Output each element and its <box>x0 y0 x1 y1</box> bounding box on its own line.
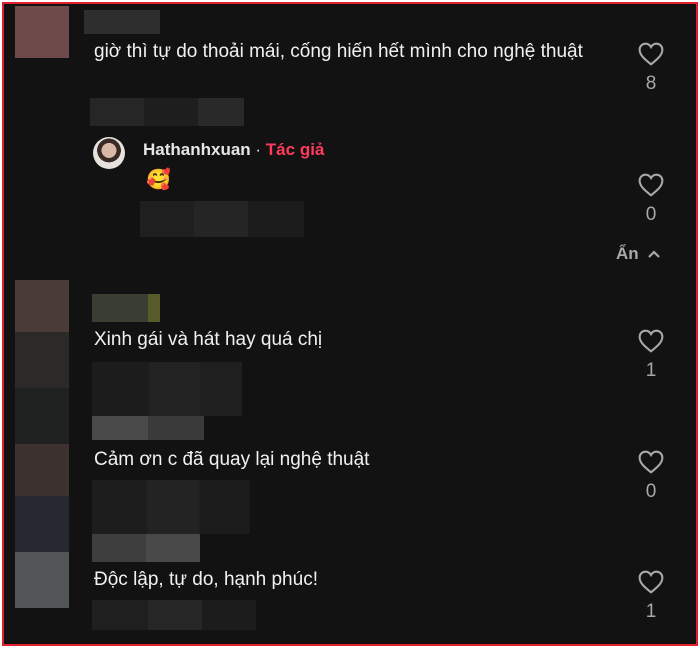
author-line: Hathanhxuan · Tác giả <box>143 140 324 160</box>
comment-text: Cảm ơn c đã quay lại nghệ thuật <box>94 449 370 470</box>
heart-icon <box>638 329 664 353</box>
like-button[interactable]: 0 <box>631 450 671 504</box>
comment-text: Độc lập, tự do, hạnh phúc! <box>94 569 318 590</box>
blurred-region <box>15 332 69 444</box>
like-button[interactable]: 8 <box>631 42 671 96</box>
avatar[interactable] <box>15 280 69 332</box>
like-count: 0 <box>645 204 657 225</box>
comment-text: giờ thì tự do thoải mái, cống hiến hết m… <box>94 41 583 62</box>
emoji-reply: 🥰 <box>146 167 171 191</box>
comments-panel: giờ thì tự do thoải mái, cống hiến hết m… <box>2 2 698 646</box>
hide-replies-label: Ẩn <box>616 244 639 263</box>
like-count: 0 <box>645 481 657 502</box>
reply-meta-redacted <box>140 201 304 237</box>
heart-icon <box>638 42 664 66</box>
comment-meta-redacted <box>92 480 250 534</box>
heart-icon <box>638 570 664 594</box>
like-button[interactable]: 1 <box>631 570 671 624</box>
username-redacted[interactable] <box>84 10 160 34</box>
like-count: 1 <box>645 360 657 381</box>
like-count: 1 <box>645 601 657 622</box>
like-button[interactable]: 1 <box>631 329 671 383</box>
like-button[interactable]: 0 <box>631 173 671 227</box>
comment-meta-redacted <box>92 362 242 416</box>
avatar[interactable] <box>15 552 69 608</box>
comment-meta-redacted <box>90 98 244 126</box>
avatar[interactable] <box>15 444 69 496</box>
separator: · <box>250 140 266 159</box>
comment-text: Xinh gái và hát hay quá chị <box>94 329 323 350</box>
username-redacted[interactable] <box>92 534 200 562</box>
author-badge: Tác giả <box>265 140 325 159</box>
comment-meta-redacted <box>92 600 256 630</box>
username-redacted[interactable] <box>92 294 160 322</box>
chevron-up-icon <box>647 250 660 258</box>
hide-replies-button[interactable]: Ẩn <box>616 244 661 264</box>
author-avatar[interactable] <box>93 137 125 169</box>
author-name[interactable]: Hathanhxuan <box>143 140 251 159</box>
avatar[interactable] <box>15 6 69 58</box>
heart-icon <box>638 173 664 197</box>
blurred-region <box>15 496 69 552</box>
username-redacted[interactable] <box>92 416 204 440</box>
like-count: 8 <box>645 73 657 94</box>
heart-icon <box>638 450 664 474</box>
